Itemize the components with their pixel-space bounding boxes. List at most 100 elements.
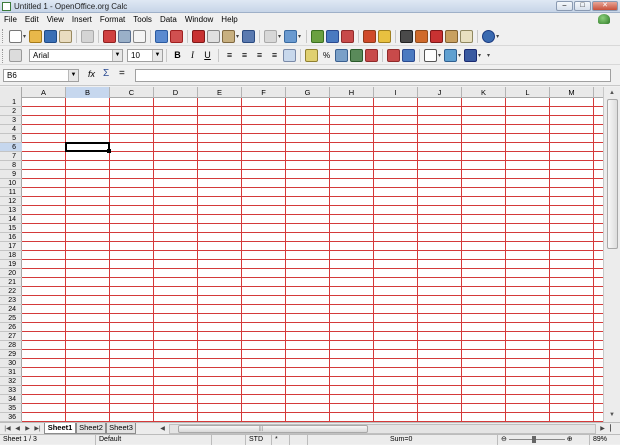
save-icon[interactable] <box>44 29 58 43</box>
autospellcheck-icon[interactable] <box>170 29 184 43</box>
copy-icon[interactable] <box>207 29 221 43</box>
menu-format[interactable]: Format <box>96 13 129 26</box>
row-header-16[interactable]: 16 <box>0 233 22 242</box>
row-header-35[interactable]: 35 <box>0 404 22 413</box>
toolbar-grip[interactable] <box>2 29 5 43</box>
row-header-19[interactable]: 19 <box>0 260 22 269</box>
column-header-a[interactable]: A <box>22 87 66 98</box>
column-header-l[interactable]: L <box>506 87 550 98</box>
row-header-6[interactable]: 6 <box>0 143 22 152</box>
toolbar-options-icon[interactable]: ▾ <box>496 33 499 40</box>
row-header-28[interactable]: 28 <box>0 341 22 350</box>
row-header-15[interactable]: 15 <box>0 224 22 233</box>
show-draw-functions-icon[interactable] <box>378 29 392 43</box>
horizontal-scrollbar[interactable]: ||| <box>169 424 596 434</box>
clone-formatting-icon[interactable] <box>242 29 256 43</box>
menu-edit[interactable]: Edit <box>21 13 43 26</box>
help-icon[interactable] <box>482 29 496 43</box>
export-pdf-icon[interactable] <box>103 29 117 43</box>
add-decimal-icon[interactable] <box>350 49 363 62</box>
justify-icon[interactable]: ≡ <box>268 49 281 62</box>
next-sheet-icon[interactable]: ▶ <box>23 424 32 434</box>
navigator-icon[interactable] <box>415 29 429 43</box>
zoom-icon[interactable] <box>460 29 474 43</box>
row-header-23[interactable]: 23 <box>0 296 22 305</box>
menu-tools[interactable]: Tools <box>129 13 156 26</box>
column-header-d[interactable]: D <box>154 87 198 98</box>
chevron-down-icon[interactable]: ▼ <box>112 50 122 61</box>
column-header-b[interactable]: B <box>66 87 110 98</box>
row-header-8[interactable]: 8 <box>0 161 22 170</box>
column-header-h[interactable]: H <box>330 87 374 98</box>
column-header-m[interactable]: M <box>550 87 594 98</box>
menu-file[interactable]: File <box>0 13 21 26</box>
decrease-indent-icon[interactable] <box>387 49 400 62</box>
column-header-k[interactable]: K <box>462 87 506 98</box>
gallery-icon[interactable] <box>430 29 444 43</box>
sheet-tab-3[interactable]: Sheet3 <box>106 423 136 434</box>
data-sources-icon[interactable] <box>445 29 459 43</box>
row-header-24[interactable]: 24 <box>0 305 22 314</box>
select-all-corner[interactable] <box>0 87 22 98</box>
zoom-slider-track[interactable] <box>508 435 565 443</box>
delete-decimal-icon[interactable] <box>365 49 378 62</box>
row-header-25[interactable]: 25 <box>0 314 22 323</box>
toolbar-grip[interactable] <box>2 48 5 63</box>
row-header-3[interactable]: 3 <box>0 116 22 125</box>
scroll-left-icon[interactable]: ◀ <box>158 424 167 434</box>
bold-icon[interactable]: B <box>171 49 184 62</box>
hyperlink-icon[interactable] <box>311 29 325 43</box>
styles-formatting-icon[interactable] <box>9 49 22 62</box>
column-header-i[interactable]: I <box>374 87 418 98</box>
chevron-down-icon[interactable]: ▼ <box>152 50 162 61</box>
last-sheet-icon[interactable]: ▶| <box>33 424 42 434</box>
row-header-36[interactable]: 36 <box>0 413 22 422</box>
font-color-dropdown-icon[interactable]: ▾ <box>478 52 481 59</box>
row-header-12[interactable]: 12 <box>0 197 22 206</box>
function-wizard-icon[interactable]: fx <box>88 69 95 79</box>
font-name-select[interactable]: Arial ▼ <box>29 49 123 62</box>
close-button[interactable]: ✕ <box>592 1 618 11</box>
row-header-4[interactable]: 4 <box>0 125 22 134</box>
email-icon[interactable] <box>59 29 73 43</box>
borders-icon[interactable] <box>424 49 437 62</box>
find-replace-icon[interactable] <box>400 29 414 43</box>
menu-window[interactable]: Window <box>181 13 217 26</box>
redo-dropdown-icon[interactable]: ▾ <box>298 33 301 40</box>
row-header-7[interactable]: 7 <box>0 152 22 161</box>
split-handle-icon[interactable]: ▏ <box>608 424 617 434</box>
zoom-in-icon[interactable]: ⊕ <box>567 436 573 443</box>
column-header-e[interactable]: E <box>198 87 242 98</box>
currency-format-icon[interactable] <box>305 49 318 62</box>
edit-file-icon[interactable] <box>81 29 95 43</box>
zoom-slider-thumb[interactable] <box>531 435 536 443</box>
row-header-20[interactable]: 20 <box>0 269 22 278</box>
sort-descending-icon[interactable] <box>341 29 355 43</box>
row-header-21[interactable]: 21 <box>0 278 22 287</box>
align-center-icon[interactable]: ≡ <box>238 49 251 62</box>
scroll-up-icon[interactable]: ▲ <box>606 88 618 98</box>
sheet-tab-2[interactable]: Sheet2 <box>76 423 106 434</box>
scroll-down-icon[interactable]: ▼ <box>606 410 618 420</box>
zoom-out-icon[interactable]: ⊖ <box>501 436 507 443</box>
column-header-c[interactable]: C <box>110 87 154 98</box>
column-header-g[interactable]: G <box>286 87 330 98</box>
row-header-2[interactable]: 2 <box>0 107 22 116</box>
active-cell-cursor[interactable] <box>65 142 111 153</box>
row-header-13[interactable]: 13 <box>0 206 22 215</box>
menu-help[interactable]: Help <box>217 13 241 26</box>
menu-insert[interactable]: Insert <box>68 13 96 26</box>
row-header-10[interactable]: 10 <box>0 179 22 188</box>
chart-icon[interactable] <box>363 29 377 43</box>
row-header-14[interactable]: 14 <box>0 215 22 224</box>
row-header-5[interactable]: 5 <box>0 134 22 143</box>
undo-icon[interactable] <box>264 29 278 43</box>
borders-dropdown-icon[interactable]: ▾ <box>438 52 441 59</box>
row-header-11[interactable]: 11 <box>0 188 22 197</box>
font-size-select[interactable]: 10 ▼ <box>127 49 163 62</box>
vertical-scrollbar[interactable]: ▲ ▼ <box>603 87 620 422</box>
align-left-icon[interactable]: ≡ <box>223 49 236 62</box>
new-dropdown-icon[interactable]: ▾ <box>23 33 26 40</box>
row-header-32[interactable]: 32 <box>0 377 22 386</box>
maximize-button[interactable]: □ <box>574 1 591 11</box>
